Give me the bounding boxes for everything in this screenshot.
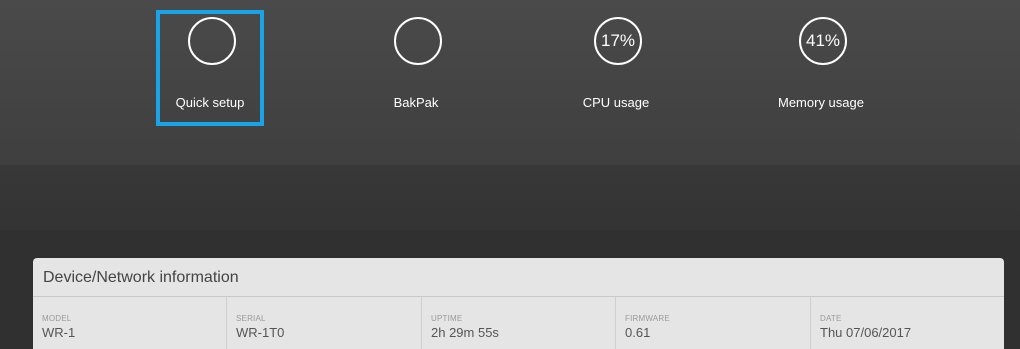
- model-value: WR-1: [42, 325, 76, 340]
- cpu-usage-gauge: 17%: [594, 17, 642, 65]
- cpu-usage-tile[interactable]: 17% CPU usage: [564, 12, 668, 124]
- quick-setup-label: Quick setup: [175, 95, 245, 110]
- cpu-usage-label: CPU usage: [582, 95, 650, 110]
- uptime-field: UPTIME 2h 29m 55s: [421, 297, 615, 349]
- firmware-value: 0.61: [625, 325, 651, 340]
- serial-value: WR-1T0: [236, 325, 285, 340]
- uptime-value: 2h 29m 55s: [431, 325, 499, 340]
- bakpak-label: BakPak: [393, 95, 439, 110]
- memory-usage-label: Memory usage: [778, 95, 864, 110]
- model-field: MODEL WR-1: [33, 297, 226, 349]
- quick-setup-tile[interactable]: Quick setup: [156, 10, 264, 126]
- bakpak-tile[interactable]: BakPak: [364, 12, 468, 124]
- serial-field: SERIAL WR-1T0: [226, 297, 421, 349]
- memory-usage-gauge: 41%: [799, 17, 847, 65]
- card-title: Device/Network information: [43, 269, 239, 286]
- memory-usage-tile[interactable]: 41% Memory usage: [769, 12, 873, 124]
- date-field: DATE Thu 07/06/2017: [810, 297, 1004, 349]
- bakpak-circle: [394, 17, 442, 65]
- model-key: MODEL: [42, 314, 72, 323]
- uptime-key: UPTIME: [431, 314, 463, 323]
- middle-band: [0, 165, 1020, 230]
- serial-key: SERIAL: [236, 314, 266, 323]
- quick-setup-circle: [188, 17, 236, 65]
- date-value: Thu 07/06/2017: [820, 325, 912, 340]
- date-key: DATE: [820, 314, 842, 323]
- firmware-key: FIRMWARE: [625, 314, 670, 323]
- firmware-field: FIRMWARE 0.61: [615, 297, 810, 349]
- router-dashboard: Quick setup BakPak 17% CPU usage 41% Mem…: [0, 0, 1020, 349]
- device-network-info-card: Device/Network information MODEL WR-1 SE…: [33, 258, 1004, 349]
